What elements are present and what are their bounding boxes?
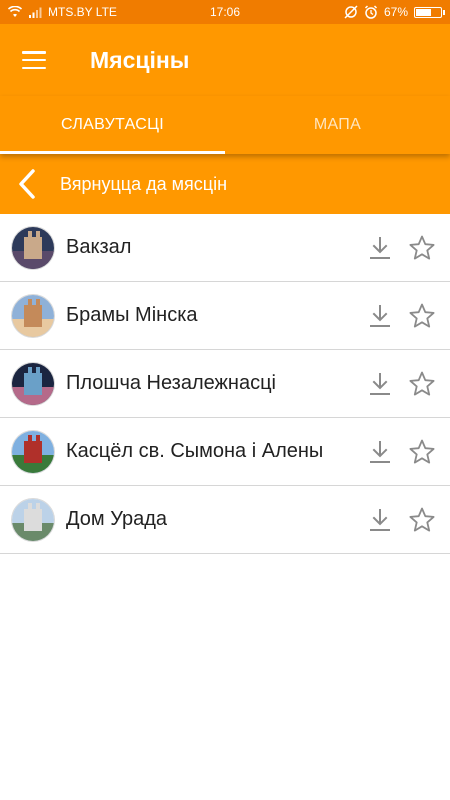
place-thumbnail xyxy=(12,430,54,473)
battery-icon xyxy=(414,6,445,18)
tab-sights[interactable]: СЛАВУТАСЦІ xyxy=(0,96,225,154)
wifi-icon xyxy=(8,6,22,17)
place-name: Касцёл св. Сымона і Алены xyxy=(66,440,324,462)
list-item[interactable]: Дом Урада xyxy=(0,486,450,554)
download-icon[interactable] xyxy=(366,506,394,534)
status-left: MTS.BY LTE xyxy=(8,5,117,19)
list-item[interactable]: Плошча Незалежнасці xyxy=(0,350,450,418)
list-item[interactable]: Вакзал xyxy=(0,214,450,282)
carrier-label: MTS.BY LTE xyxy=(48,5,117,19)
star-icon[interactable] xyxy=(408,302,436,330)
tab-map[interactable]: МАПА xyxy=(225,96,450,154)
place-thumbnail xyxy=(12,362,54,405)
place-thumbnail xyxy=(12,498,54,541)
alarm-icon xyxy=(364,5,377,19)
status-right: 67% xyxy=(344,5,445,19)
back-button[interactable]: Вярнуцца да мясцін xyxy=(0,154,450,214)
list-item[interactable]: Брамы Мінска xyxy=(0,282,450,350)
places-list: Вакзал Брамы Мінска Плошча Незалежнасці … xyxy=(0,214,450,554)
place-thumbnail xyxy=(12,294,54,337)
tab-bar: СЛАВУТАСЦІ МАПА xyxy=(0,96,450,154)
sync-off-icon xyxy=(344,5,358,19)
battery-percent: 67% xyxy=(383,5,408,19)
download-icon[interactable] xyxy=(366,302,394,330)
place-name: Вакзал xyxy=(66,236,132,258)
place-thumbnail xyxy=(12,226,54,269)
back-label: Вярнуцца да мясцін xyxy=(60,173,228,194)
place-name: Брамы Мінска xyxy=(66,304,198,326)
download-icon[interactable] xyxy=(366,370,394,398)
list-item[interactable]: Касцёл св. Сымона і Алены xyxy=(0,418,450,486)
chevron-left-icon xyxy=(19,169,35,199)
download-icon[interactable] xyxy=(366,438,394,466)
star-icon[interactable] xyxy=(408,438,436,466)
page-title: Мясціны xyxy=(90,46,190,73)
app-bar: Мясціны xyxy=(0,24,450,96)
signal-icon xyxy=(29,7,42,18)
star-icon[interactable] xyxy=(408,234,436,262)
place-name: Плошча Незалежнасці xyxy=(66,372,276,394)
star-icon[interactable] xyxy=(408,370,436,398)
menu-icon[interactable] xyxy=(22,51,46,69)
place-name: Дом Урада xyxy=(66,508,168,530)
star-icon[interactable] xyxy=(408,506,436,534)
status-bar: MTS.BY LTE 17:06 67% xyxy=(0,0,450,24)
download-icon[interactable] xyxy=(366,234,394,262)
